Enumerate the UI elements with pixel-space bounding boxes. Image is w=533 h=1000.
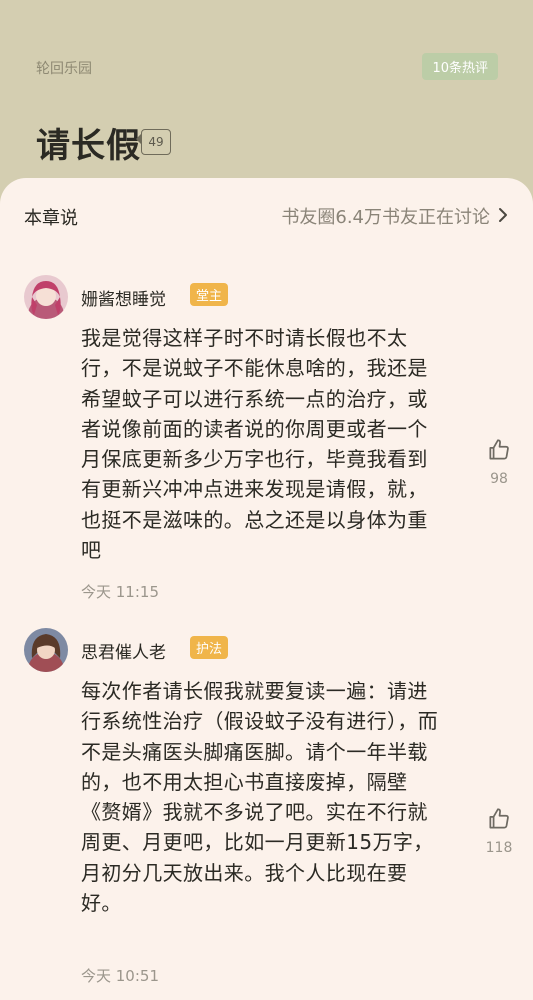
- like-button[interactable]: 118: [484, 806, 514, 856]
- username[interactable]: 姗酱想睡觉: [81, 285, 166, 310]
- book-name[interactable]: 轮回乐园: [36, 58, 92, 78]
- thumbs-up-icon: [484, 437, 514, 463]
- comment-item: 姗酱想睡觉 堂主 我是觉得这样子时不时请长假也不太行，不是说蚊子不能休息啥的，我…: [24, 275, 514, 605]
- avatar[interactable]: [24, 628, 68, 672]
- comment-time: 今天 10:51: [81, 967, 159, 985]
- chapter-title: 请长假: [36, 126, 141, 166]
- comment-item: 思君催人老 护法 每次作者请长假我就要复读一遍：请进行系统性治疗（假设蚊子没有进…: [24, 628, 514, 988]
- comment-text[interactable]: 每次作者请长假我就要复读一遍：请进行系统性治疗（假设蚊子没有进行），而不是头痛医…: [81, 676, 446, 918]
- comment-time: 今天 11:15: [81, 583, 159, 601]
- comment-count-badge[interactable]: 49: [136, 129, 171, 155]
- section-label: 本章说: [24, 208, 78, 229]
- chapter-header: 轮回乐园 10条热评 请长假 49: [0, 0, 533, 200]
- book-circle-link[interactable]: 书友圈6.4万书友正在讨论: [281, 203, 508, 229]
- like-count: 98: [490, 471, 508, 487]
- thumbs-up-icon: [484, 806, 514, 832]
- role-badge: 护法: [190, 636, 229, 659]
- hot-comments-badge[interactable]: 10条热评: [422, 53, 498, 80]
- like-count: 118: [485, 840, 513, 856]
- avatar[interactable]: [24, 275, 68, 319]
- role-badge: 堂主: [190, 283, 229, 306]
- book-circle-link-label: 书友圈6.4万书友正在讨论: [281, 207, 490, 228]
- comment-text[interactable]: 我是觉得这样子时不时请长假也不太行，不是说蚊子不能休息啥的，我还是希望蚊子可以进…: [81, 323, 446, 565]
- chevron-right-icon: [498, 206, 508, 226]
- like-button[interactable]: 98: [484, 437, 514, 487]
- comment-sheet: 本章说 书友圈6.4万书友正在讨论 姗酱想睡觉 堂主 我是觉得这样子时不时请长假…: [0, 178, 533, 1000]
- username[interactable]: 思君催人老: [81, 638, 166, 663]
